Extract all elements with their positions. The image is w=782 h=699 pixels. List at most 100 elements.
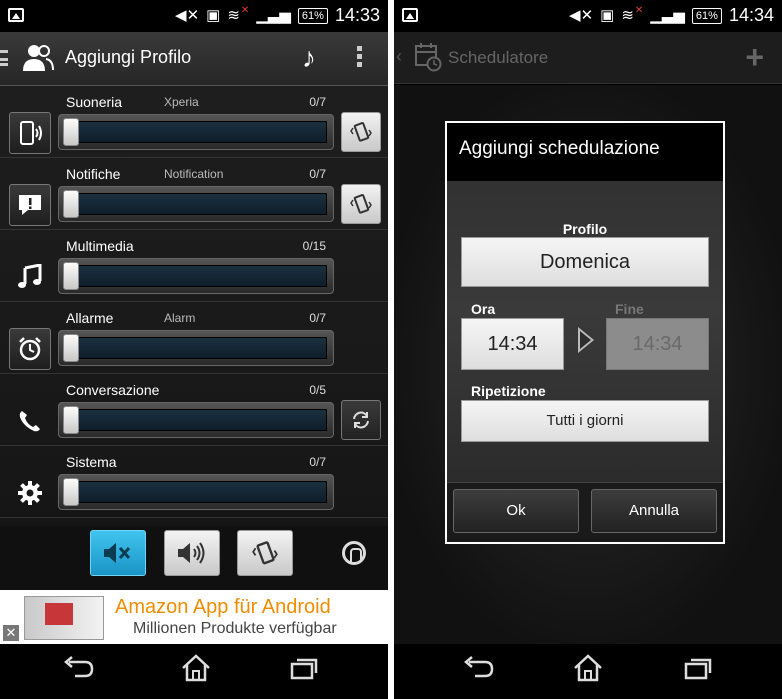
row-label: Multimedia bbox=[66, 238, 134, 254]
slider-thumb[interactable] bbox=[63, 478, 79, 506]
volume-slider[interactable] bbox=[58, 402, 334, 438]
mute-status-icon: ◀✕ bbox=[569, 6, 594, 24]
end-time-label: Fine bbox=[615, 301, 644, 317]
row-count: 0/7 bbox=[309, 167, 326, 181]
profile-label: Profilo bbox=[562, 221, 608, 237]
image-notification-icon bbox=[8, 8, 24, 22]
drawer-icon[interactable] bbox=[0, 50, 8, 66]
vibrate-toggle-icon[interactable] bbox=[341, 184, 381, 224]
status-icons: ◀✕ ▣ ≋ ✕ ▁▃▅ 61% 14:33 bbox=[175, 5, 380, 26]
calendar-icon bbox=[415, 43, 442, 72]
ringtone-icon[interactable] bbox=[9, 112, 51, 154]
recents-icon[interactable] bbox=[284, 654, 324, 688]
start-time-label: Ora bbox=[471, 301, 496, 317]
slider-thumb[interactable] bbox=[63, 262, 79, 290]
volume-row-sistema: Sistema 0/7 bbox=[0, 446, 388, 518]
volume-slider[interactable] bbox=[58, 330, 334, 366]
volume-slider[interactable] bbox=[58, 114, 334, 150]
home-icon[interactable] bbox=[176, 654, 216, 688]
image-notification-icon bbox=[402, 8, 418, 22]
volume-slider[interactable] bbox=[58, 186, 334, 222]
row-label: Notifiche bbox=[66, 166, 121, 182]
nav-bar bbox=[0, 644, 388, 699]
music-icon bbox=[9, 256, 51, 298]
ad-banner[interactable]: Amazon App für Android Millionen Produkt… bbox=[0, 590, 388, 644]
volume-slider[interactable] bbox=[58, 258, 334, 294]
profile-icon bbox=[23, 45, 54, 71]
row-label: Conversazione bbox=[66, 382, 160, 398]
battery-icon: 61% bbox=[297, 7, 328, 24]
row-label: Allarme bbox=[66, 310, 114, 326]
ad-image bbox=[24, 596, 104, 640]
status-icons: ◀✕ ▣ ≋ ✕ ▁▃▅ 61% 14:34 bbox=[569, 5, 774, 26]
row-count: 0/15 bbox=[302, 239, 326, 253]
page-title: Aggiungi Profilo bbox=[65, 47, 192, 67]
home-icon[interactable] bbox=[568, 654, 608, 688]
back-icon[interactable] bbox=[58, 654, 98, 688]
row-label: Suoneria bbox=[66, 94, 123, 110]
row-count: 0/7 bbox=[309, 95, 326, 109]
volume-list: Suoneria Xperia 0/7 Notifiche Notificati… bbox=[0, 86, 388, 590]
volume-row-notifiche: Notifiche Notification 0/7 bbox=[0, 158, 388, 230]
dialog-title: Aggiungi schedulazione bbox=[447, 123, 723, 181]
row-count: 0/7 bbox=[309, 311, 326, 325]
sound-mode-button[interactable] bbox=[164, 530, 220, 576]
row-sound-name: Notification bbox=[164, 167, 224, 181]
volume-row-conversazione: Conversazione 0/5 bbox=[0, 374, 388, 446]
battery-icon: 61% bbox=[691, 7, 722, 24]
app-bar: Aggiungi Profilo ♪ bbox=[0, 32, 388, 86]
add-icon[interactable]: + bbox=[745, 39, 764, 76]
left-screen: ◀✕ ▣ ≋ ✕ ▁▃▅ 61% 14:33 Aggiungi Profilo … bbox=[0, 0, 388, 699]
vibrate-mode-button[interactable] bbox=[237, 530, 293, 576]
notification-icon[interactable] bbox=[9, 184, 51, 226]
row-label: Sistema bbox=[66, 454, 117, 470]
sound-mode-bar bbox=[0, 526, 388, 590]
vibrate-toggle-icon[interactable] bbox=[341, 112, 381, 152]
ad-title: Amazon App für Android bbox=[115, 596, 331, 618]
repeat-label: Ripetizione bbox=[471, 383, 546, 399]
page-title: Schedulatore bbox=[448, 48, 549, 67]
row-sound-name: Xperia bbox=[164, 95, 199, 109]
time-range-arrow-icon bbox=[578, 327, 594, 353]
status-bar: ◀✕ ▣ ≋ ✕ ▁▃▅ 61% 14:34 bbox=[394, 0, 782, 32]
slider-thumb[interactable] bbox=[63, 334, 79, 362]
recents-icon[interactable] bbox=[678, 654, 718, 688]
nav-bar bbox=[394, 644, 782, 699]
wifi-icon: ≋ bbox=[621, 6, 634, 24]
music-note-icon[interactable]: ♪ bbox=[302, 42, 316, 74]
clock: 14:33 bbox=[334, 5, 380, 25]
up-arrow-icon[interactable]: ‹ bbox=[396, 46, 402, 67]
row-count: 0/7 bbox=[309, 455, 326, 469]
sim-icon: ▣ bbox=[206, 6, 221, 24]
volume-row-multimedia: Multimedia 0/15 bbox=[0, 230, 388, 302]
slider-thumb[interactable] bbox=[63, 118, 79, 146]
right-screen: ◀✕ ▣ ≋ ✕ ▁▃▅ 61% 14:34 ‹ Schedulatore + … bbox=[394, 0, 782, 699]
signal-icon: ▁▃▅ bbox=[650, 6, 685, 24]
dialog-actions: Ok Annulla bbox=[447, 482, 723, 542]
ad-close-button[interactable]: ✕ bbox=[3, 625, 19, 641]
mute-status-icon: ◀✕ bbox=[175, 6, 200, 24]
alarm-icon[interactable] bbox=[9, 328, 51, 370]
overflow-menu-icon[interactable] bbox=[354, 46, 364, 70]
sync-icon[interactable] bbox=[341, 400, 381, 440]
repeat-select[interactable]: Tutti i giorni bbox=[461, 400, 709, 442]
cancel-button[interactable]: Annulla bbox=[591, 489, 717, 533]
add-schedule-dialog: Aggiungi schedulazione Profilo Domenica … bbox=[445, 121, 725, 544]
mute-mode-button[interactable] bbox=[90, 530, 146, 576]
slider-thumb[interactable] bbox=[63, 190, 79, 218]
start-time-field[interactable]: 14:34 bbox=[461, 318, 564, 370]
sim-icon: ▣ bbox=[600, 6, 615, 24]
volume-row-allarme: Allarme Alarm 0/7 bbox=[0, 302, 388, 374]
ok-button[interactable]: Ok bbox=[453, 489, 579, 533]
volume-slider[interactable] bbox=[58, 474, 334, 510]
app-bar: ‹ Schedulatore + bbox=[394, 32, 782, 84]
back-icon[interactable] bbox=[458, 654, 498, 688]
profile-select[interactable]: Domenica bbox=[461, 237, 709, 287]
no-signal-icon: ✕ bbox=[634, 5, 644, 16]
gear-icon bbox=[9, 472, 51, 514]
no-signal-icon: ✕ bbox=[240, 5, 250, 16]
status-bar: ◀✕ ▣ ≋ ✕ ▁▃▅ 61% 14:33 bbox=[0, 0, 388, 32]
slider-thumb[interactable] bbox=[63, 406, 79, 434]
row-sound-name: Alarm bbox=[164, 311, 196, 325]
ringtone-picker-icon[interactable] bbox=[342, 541, 366, 565]
